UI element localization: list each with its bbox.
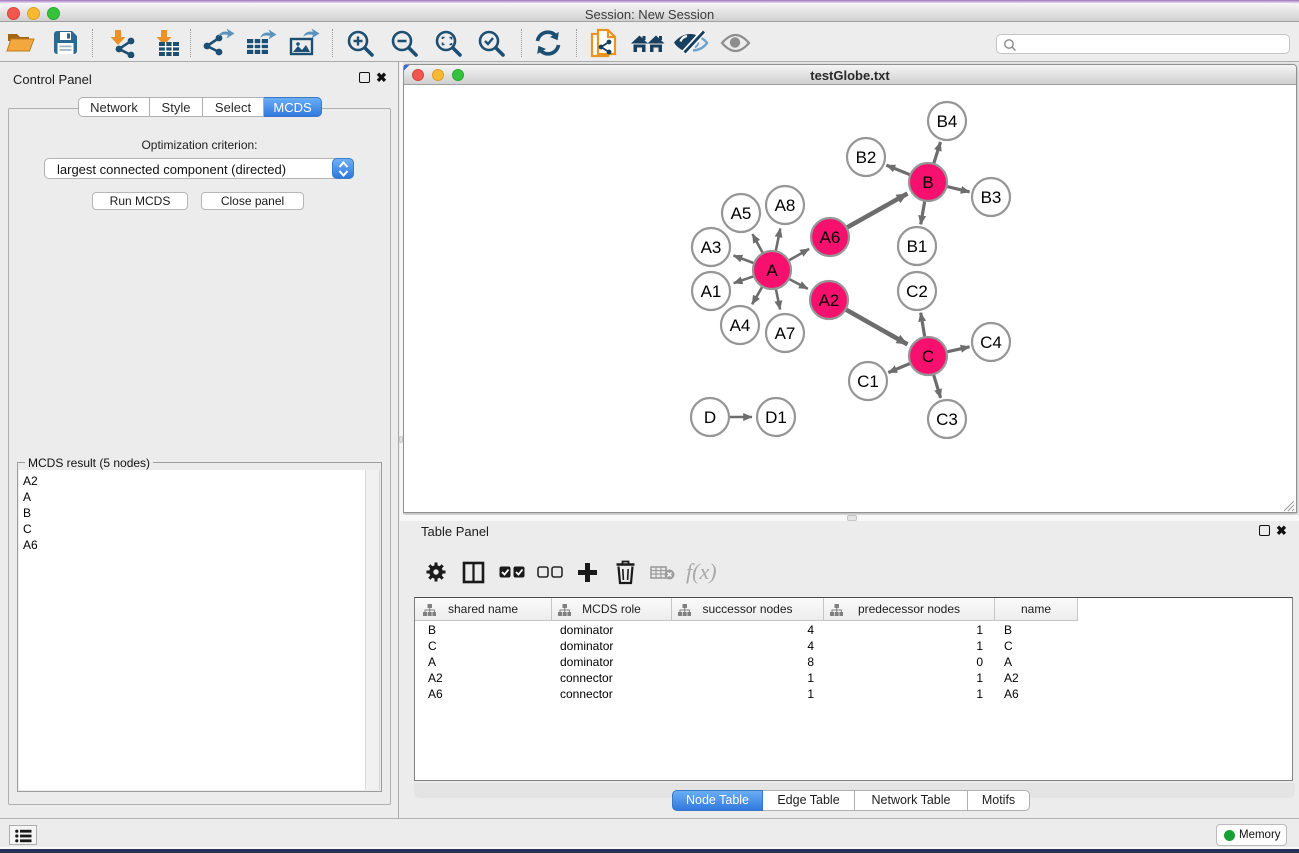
svg-text:A2: A2 xyxy=(819,291,840,310)
svg-text:A4: A4 xyxy=(730,316,751,335)
svg-text:C4: C4 xyxy=(980,333,1002,352)
svg-text:D: D xyxy=(704,408,716,427)
svg-text:A8: A8 xyxy=(775,196,796,215)
svg-text:B4: B4 xyxy=(937,112,958,131)
svg-text:C1: C1 xyxy=(857,372,879,391)
svg-text:A1: A1 xyxy=(701,282,722,301)
svg-text:B3: B3 xyxy=(981,188,1002,207)
svg-text:A3: A3 xyxy=(701,238,722,257)
svg-text:B2: B2 xyxy=(856,148,877,167)
svg-text:A6: A6 xyxy=(820,228,841,247)
svg-text:B: B xyxy=(922,173,933,192)
svg-text:A5: A5 xyxy=(731,204,752,223)
svg-text:C2: C2 xyxy=(906,282,928,301)
svg-text:A: A xyxy=(766,261,778,280)
svg-text:C3: C3 xyxy=(936,410,958,429)
svg-text:B1: B1 xyxy=(907,237,928,256)
svg-text:C: C xyxy=(922,347,934,366)
svg-text:A7: A7 xyxy=(775,324,796,343)
svg-text:D1: D1 xyxy=(765,408,787,427)
